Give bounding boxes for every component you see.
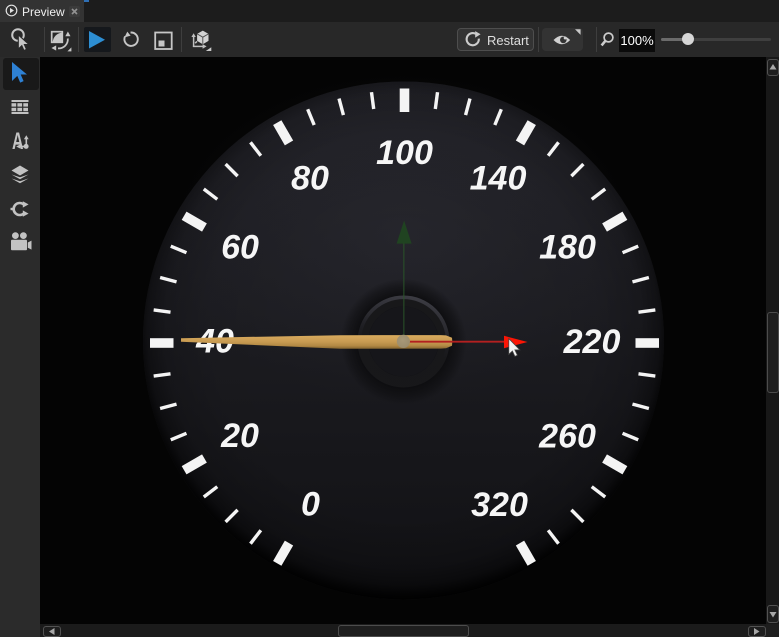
svg-text:320: 320 (471, 486, 528, 524)
svg-text:140: 140 (470, 159, 527, 197)
svg-text:260: 260 (538, 417, 596, 455)
svg-text:20: 20 (220, 417, 259, 455)
svg-text:80: 80 (291, 159, 329, 197)
svg-text:0: 0 (301, 485, 320, 523)
svg-text:100: 100 (376, 134, 433, 172)
svg-text:180: 180 (539, 228, 596, 266)
svg-text:220: 220 (563, 323, 621, 361)
svg-text:60: 60 (221, 228, 259, 266)
